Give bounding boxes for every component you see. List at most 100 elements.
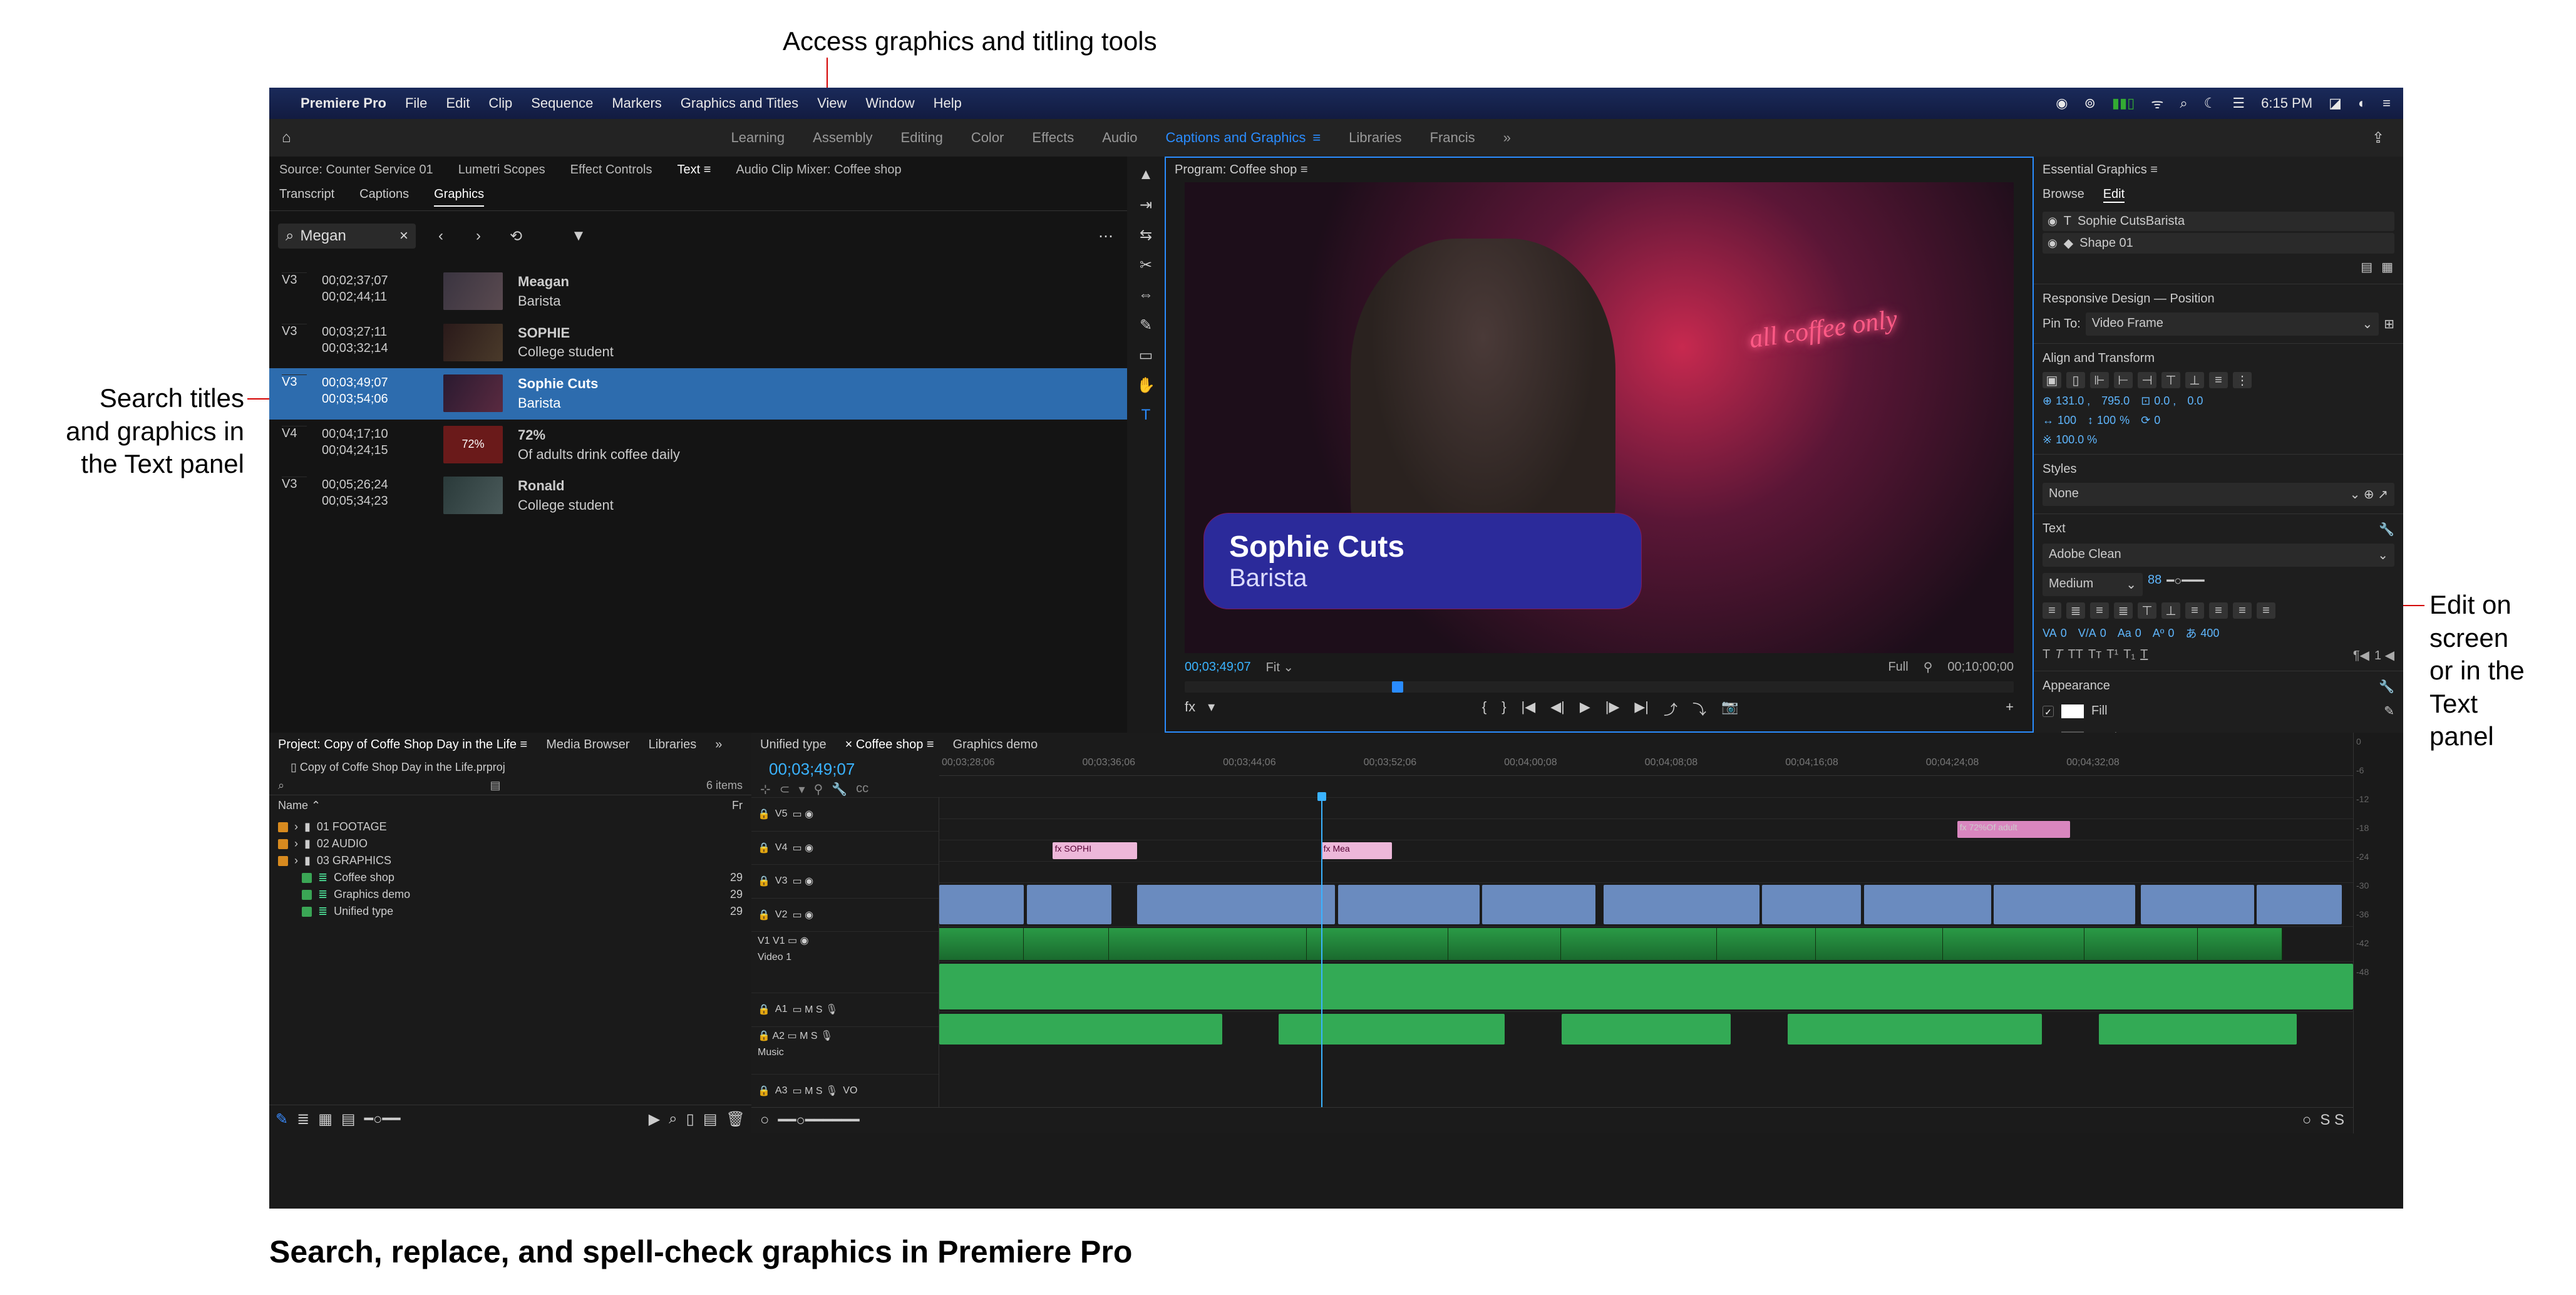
track-v1-lane[interactable] [939, 882, 2353, 926]
pin-to-dropdown[interactable]: Video Frame⌄ [2086, 312, 2379, 336]
superscript[interactable]: T¹ [2106, 648, 2118, 663]
program-timecode[interactable]: 00;03;49;07 [1185, 660, 1251, 674]
digits-icon[interactable]: 1 ◀ [2374, 648, 2394, 663]
mark-in-icon[interactable]: { [1482, 699, 1486, 719]
more-icon[interactable]: ⋯ [1093, 224, 1118, 249]
bin-item[interactable]: ›▮02 AUDIO [274, 835, 746, 852]
sequence-item[interactable]: ≣Unified type29 [274, 903, 746, 920]
ws-overflow-icon[interactable]: » [1503, 130, 1511, 146]
status-icon[interactable]: ◉ [2056, 95, 2068, 111]
app-name[interactable]: Premiere Pro [301, 95, 386, 111]
ws-color[interactable]: Color [971, 130, 1004, 146]
graphics-item[interactable]: V3 00;02;37;0700;02;44;11 MeaganBarista [269, 266, 1127, 317]
text-align-btn[interactable]: ⊥ [2161, 602, 2180, 619]
eg-tab-edit[interactable]: Edit [2103, 187, 2125, 203]
visibility-icon[interactable]: ◉ [2048, 215, 2058, 228]
tab-graphics-demo[interactable]: Graphics demo [953, 738, 1038, 752]
track-v1[interactable]: V1 V1 ▭ ◉ Video 1 [751, 931, 939, 993]
graphics-item[interactable]: V4 00;04;17;1000;04;24;15 72% 72%Of adul… [269, 420, 1127, 471]
align-btn[interactable]: ⊩ [2090, 372, 2109, 388]
tab-media-browser[interactable]: Media Browser [546, 738, 629, 752]
opacity[interactable]: ※ 100.0 % [2043, 433, 2097, 446]
ws-editing[interactable]: Editing [901, 130, 943, 146]
marker-icon[interactable]: ▾ [1208, 699, 1215, 719]
subtab-captions[interactable]: Captions [359, 187, 409, 207]
freeform-view-icon[interactable]: ▤ [341, 1110, 356, 1128]
lift-icon[interactable]: ⤴ [1664, 699, 1677, 719]
position-x[interactable]: ⊕ 131.0 , [2043, 395, 2090, 408]
track-v4-lane[interactable]: fx 72%Of adult [939, 818, 2353, 840]
extract-icon[interactable]: ⤵ [1692, 699, 1706, 719]
tab-text[interactable]: Text ≡ [677, 163, 711, 177]
align-btn[interactable]: ⊢ [2114, 372, 2133, 388]
text-align-btn[interactable]: ≡ [2209, 602, 2228, 619]
text-align-btn[interactable]: ⊤ [2138, 602, 2156, 619]
ws-audio[interactable]: Audio [1102, 130, 1137, 146]
allcaps[interactable]: TT [2068, 648, 2083, 663]
mark-out-icon[interactable]: } [1502, 699, 1506, 719]
type-tool-icon[interactable]: T [1135, 405, 1157, 426]
align-btn[interactable]: ⊣ [2138, 372, 2156, 388]
align-btn[interactable]: ≡ [2209, 372, 2228, 388]
align-btn[interactable]: ⊤ [2161, 372, 2180, 388]
eg-title[interactable]: Essential Graphics ≡ [2034, 157, 2403, 183]
battery-icon[interactable]: ▮▮▯ [2112, 95, 2135, 111]
new-layer-icon[interactable]: ▤ [2361, 259, 2372, 275]
overflow-icon[interactable]: » [715, 738, 722, 752]
go-out-icon[interactable]: ▶| [1634, 699, 1649, 719]
export-frame-icon[interactable]: 📷 [1721, 699, 1738, 719]
menu-graphics-titles[interactable]: Graphics and Titles [681, 95, 798, 111]
step-back-icon[interactable]: ◀| [1550, 699, 1565, 719]
scale-h[interactable]: ↕ 100 % [2088, 414, 2130, 427]
siri-icon[interactable]: ◐ [2358, 95, 2366, 111]
ripple-edit-icon[interactable]: ⇆ [1135, 224, 1157, 245]
zoom-dropdown[interactable]: Full [1888, 660, 1908, 674]
ws-francis[interactable]: Francis [1430, 130, 1475, 146]
wrench-icon[interactable]: 🔧 [2379, 679, 2394, 694]
tab-source[interactable]: Source: Counter Service 01 [279, 163, 433, 177]
track-height-icon[interactable]: S S [2320, 1112, 2344, 1130]
next-result-icon[interactable]: › [466, 224, 491, 249]
font-size[interactable]: 88 [2148, 573, 2161, 596]
align-btn[interactable]: ▣ [2043, 372, 2061, 388]
text-align-btn[interactable]: ≡ [2185, 602, 2204, 619]
fx-icon[interactable]: fx [1185, 699, 1195, 719]
track-a2[interactable]: 🔒 A2 ▭ M S 🎙 Music [751, 1026, 939, 1074]
settings-icon[interactable]: ⚲ [1924, 659, 1933, 675]
tab-libraries[interactable]: Libraries [649, 738, 697, 752]
menubar-xtra[interactable]: ◪ [2329, 95, 2342, 111]
kerning[interactable]: V/A 0 [2078, 625, 2106, 641]
menu-sequence[interactable]: Sequence [531, 95, 593, 111]
freeform-icon[interactable]: ✎ [276, 1110, 288, 1128]
baseline[interactable]: Aº 0 [2153, 625, 2175, 641]
track-a3[interactable]: 🔒 A3 ▭ M S 🎙VO [751, 1074, 939, 1108]
tab-coffee-shop[interactable]: × Coffee shop ≡ [845, 738, 934, 752]
track-a3-lane[interactable] [939, 1011, 2353, 1046]
track-a1-lane[interactable] [939, 926, 2353, 961]
menu-clip[interactable]: Clip [488, 95, 512, 111]
track-select-icon[interactable]: ⇥ [1135, 194, 1157, 215]
dnd-icon[interactable]: ☾ [2204, 95, 2217, 111]
ws-libraries[interactable]: Libraries [1349, 130, 1401, 146]
align-btn[interactable]: ⋮ [2233, 372, 2252, 388]
eg-tab-browse[interactable]: Browse [2043, 187, 2084, 203]
selection-tool-icon[interactable]: ▲ [1135, 164, 1157, 185]
icon-view-icon[interactable]: ▦ [318, 1110, 332, 1128]
font-weight-dropdown[interactable]: Medium⌄ [2043, 573, 2143, 596]
pin-widget-icon[interactable]: ⊞ [2384, 316, 2394, 332]
ws-learning[interactable]: Learning [731, 130, 785, 146]
timeline-ruler[interactable]: 00;03;28;0600;03;36;0600;03;44;06 00;03;… [939, 757, 2353, 776]
bin-item[interactable]: ›▮01 FOOTAGE [274, 818, 746, 835]
new-item-icon[interactable]: ▤ [703, 1110, 718, 1128]
program-title[interactable]: Program: Coffee shop ≡ [1166, 158, 2032, 182]
list-view-icon[interactable]: ≣ [297, 1110, 309, 1128]
track-a1[interactable]: 🔒 A1 ▭ M S 🎙 [751, 993, 939, 1026]
settings-icon[interactable]: ⚲ [814, 782, 823, 797]
visibility-icon[interactable]: ◉ [2048, 237, 2058, 250]
timeline-timecode[interactable]: 00;03;49;07 [760, 757, 930, 782]
tsume[interactable]: あ 400 [2185, 625, 2219, 641]
bin-item[interactable]: ›▮03 GRAPHICS [274, 852, 746, 869]
graphics-item[interactable]: V3 00;03;27;1100;03;32;14 SOPHIECollege … [269, 317, 1127, 369]
wrench-icon[interactable]: 🔧 [2379, 522, 2394, 537]
group-icon[interactable]: ▦ [2381, 259, 2393, 275]
